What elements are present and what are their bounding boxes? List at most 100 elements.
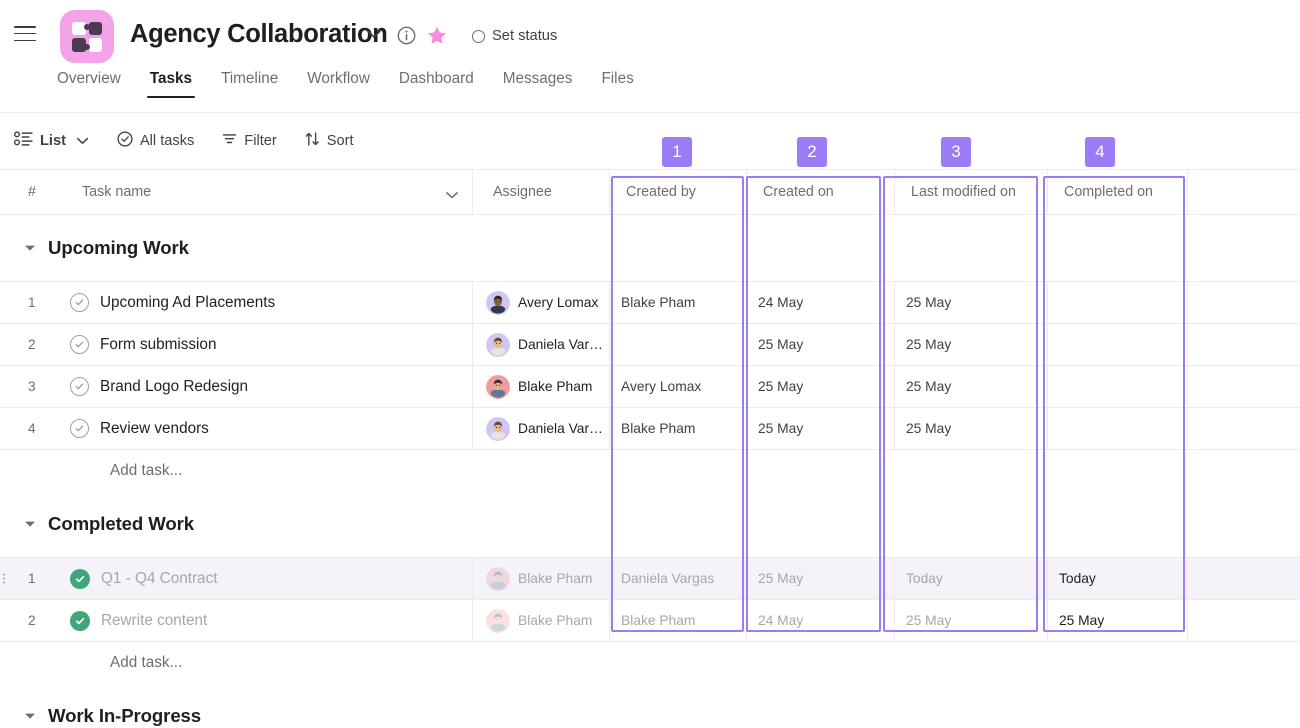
add-task-row[interactable]: Add task... bbox=[0, 450, 1300, 491]
header-last-modified-on-column[interactable]: Last modified on bbox=[895, 170, 1048, 214]
last-modified-on-cell[interactable]: 25 May bbox=[895, 408, 1048, 449]
task-name-cell[interactable]: Form submission bbox=[46, 324, 473, 365]
created-by-cell[interactable]: Avery Lomax bbox=[610, 366, 747, 407]
completed-on-cell[interactable] bbox=[1048, 366, 1188, 407]
chevron-down-icon[interactable] bbox=[366, 29, 382, 39]
tab-files[interactable]: Files bbox=[601, 70, 633, 98]
sort-label: Sort bbox=[326, 133, 354, 149]
created-on-cell[interactable]: 24 May bbox=[747, 282, 895, 323]
task-name-cell[interactable]: Review vendors bbox=[46, 408, 473, 449]
check-circle-icon bbox=[117, 130, 133, 152]
task-complete-checkbox-checked[interactable] bbox=[70, 610, 90, 631]
table-row[interactable]: 1 Q1 - Q4 Contract Blake Pham Daniela Varga… bbox=[0, 558, 1300, 599]
table-row[interactable]: 3 Brand Logo Redesign Blake Pham Avery Loma… bbox=[0, 366, 1300, 407]
add-task-label[interactable]: Add task... bbox=[110, 654, 182, 672]
header-created-on-column[interactable]: Created on bbox=[747, 170, 895, 214]
last-modified-on-cell[interactable]: 25 May bbox=[895, 282, 1048, 323]
completed-on-cell[interactable] bbox=[1048, 408, 1188, 449]
section-title[interactable]: Completed Work bbox=[48, 513, 194, 535]
add-task-row[interactable]: Add task... bbox=[0, 642, 1300, 683]
view-selector-list[interactable]: List bbox=[14, 131, 89, 151]
add-task-label[interactable]: Add task... bbox=[110, 462, 182, 480]
set-status-button[interactable]: Set status bbox=[472, 26, 557, 46]
filter-button[interactable]: Filter bbox=[222, 132, 277, 150]
created-on-cell[interactable]: 25 May bbox=[747, 324, 895, 365]
task-complete-checkbox[interactable] bbox=[70, 377, 89, 396]
completed-on-cell[interactable]: Today bbox=[1048, 558, 1188, 599]
task-name-cell[interactable]: Brand Logo Redesign bbox=[46, 366, 473, 407]
assignee-cell[interactable]: Avery Lomax bbox=[473, 282, 610, 323]
triangle-down-icon[interactable] bbox=[24, 239, 36, 257]
created-on-cell[interactable]: 25 May bbox=[747, 366, 895, 407]
table-row[interactable]: 2 Rewrite content Blake Pham Blake Pham 24 M… bbox=[0, 600, 1300, 641]
assignee-name: Avery Lomax bbox=[518, 295, 599, 310]
tab-messages[interactable]: Messages bbox=[503, 70, 573, 98]
section-title[interactable]: Upcoming Work bbox=[48, 237, 189, 259]
tab-tasks[interactable]: Tasks bbox=[146, 70, 196, 99]
created-by-value: Daniela Vargas bbox=[621, 571, 715, 586]
assignee-name: Blake Pham bbox=[518, 379, 593, 394]
task-complete-checkbox[interactable] bbox=[70, 293, 89, 312]
tab-overview[interactable]: Overview bbox=[57, 70, 121, 98]
header-created-by-column[interactable]: Created by bbox=[610, 170, 747, 214]
sort-button[interactable]: Sort bbox=[305, 131, 354, 151]
task-complete-checkbox-checked[interactable] bbox=[70, 568, 90, 589]
table-row[interactable]: 4 Review vendors Daniela Var… Blake Pham 25 … bbox=[0, 408, 1300, 449]
assignee-name: Daniela Var… bbox=[518, 337, 603, 352]
puzzle-project-icon[interactable] bbox=[60, 10, 114, 63]
triangle-down-icon[interactable] bbox=[24, 707, 36, 725]
triangle-down-icon[interactable] bbox=[24, 515, 36, 533]
created-by-cell[interactable]: Daniela Vargas bbox=[610, 558, 747, 599]
tab-timeline[interactable]: Timeline bbox=[221, 70, 278, 98]
task-name-cell[interactable]: Upcoming Ad Placements bbox=[46, 282, 473, 323]
created-on-cell[interactable]: 25 May bbox=[747, 408, 895, 449]
header-completed-on-column[interactable]: Completed on bbox=[1048, 170, 1188, 214]
all-tasks-filter-button[interactable]: All tasks bbox=[117, 130, 194, 152]
drag-handle-dots[interactable] bbox=[3, 573, 6, 584]
info-circle-icon[interactable] bbox=[397, 26, 416, 45]
tab-dashboard[interactable]: Dashboard bbox=[399, 70, 474, 98]
section-title[interactable]: Work In-Progress bbox=[48, 705, 201, 727]
completed-on-cell[interactable] bbox=[1048, 282, 1188, 323]
header-task-name-column[interactable]: Task name bbox=[46, 170, 473, 214]
view-selector-label: List bbox=[40, 133, 66, 149]
star-favorite-icon[interactable] bbox=[427, 26, 447, 45]
chevron-down-icon[interactable] bbox=[445, 187, 459, 205]
annotation-badge-1: 1 bbox=[662, 137, 692, 167]
completed-on-cell[interactable]: 25 May bbox=[1048, 600, 1188, 641]
created-by-cell[interactable]: Blake Pham bbox=[610, 600, 747, 641]
table-row[interactable]: 2 Form submission Daniela Var… 25 May 25 May bbox=[0, 324, 1300, 365]
completed-on-cell[interactable] bbox=[1048, 324, 1188, 365]
task-name-cell[interactable]: Rewrite content bbox=[46, 600, 473, 641]
row-spacer-cell bbox=[1188, 366, 1300, 407]
task-name-label: Brand Logo Redesign bbox=[100, 377, 248, 395]
task-complete-checkbox[interactable] bbox=[70, 419, 89, 438]
row-drag-handle[interactable] bbox=[0, 558, 12, 599]
assignee-cell[interactable]: Blake Pham bbox=[473, 558, 610, 599]
created-by-cell[interactable]: Blake Pham bbox=[610, 408, 747, 449]
created-on-cell[interactable]: 25 May bbox=[747, 558, 895, 599]
last-modified-on-cell[interactable]: Today bbox=[895, 558, 1048, 599]
header-assignee-column[interactable]: Assignee bbox=[473, 170, 610, 214]
created-by-cell[interactable]: Blake Pham bbox=[610, 282, 747, 323]
assignee-cell[interactable]: Blake Pham bbox=[473, 366, 610, 407]
last-modified-on-cell[interactable]: 25 May bbox=[895, 600, 1048, 641]
task-table: # Task name Assignee Created by Created on La… bbox=[0, 170, 1300, 728]
created-by-cell[interactable] bbox=[610, 324, 747, 365]
last-modified-on-cell[interactable]: 25 May bbox=[895, 366, 1048, 407]
assignee-cell[interactable]: Daniela Var… bbox=[473, 324, 610, 365]
assignee-cell[interactable]: Daniela Var… bbox=[473, 408, 610, 449]
created-on-value: 25 May bbox=[758, 337, 804, 352]
created-on-value: 24 May bbox=[758, 613, 804, 628]
assignee-cell[interactable]: Blake Pham bbox=[473, 600, 610, 641]
created-on-cell[interactable]: 24 May bbox=[747, 600, 895, 641]
task-name-cell[interactable]: Q1 - Q4 Contract bbox=[46, 558, 473, 599]
hamburger-menu-icon[interactable] bbox=[14, 26, 36, 42]
row-spacer-cell bbox=[1188, 408, 1300, 449]
page-title[interactable]: Agency Collaboration bbox=[130, 20, 388, 49]
task-complete-checkbox[interactable] bbox=[70, 335, 89, 354]
assignee-name: Blake Pham bbox=[518, 613, 593, 628]
table-row[interactable]: 1 Upcoming Ad Placements Avery Lomax Blake … bbox=[0, 282, 1300, 323]
tab-workflow[interactable]: Workflow bbox=[307, 70, 370, 98]
last-modified-on-cell[interactable]: 25 May bbox=[895, 324, 1048, 365]
